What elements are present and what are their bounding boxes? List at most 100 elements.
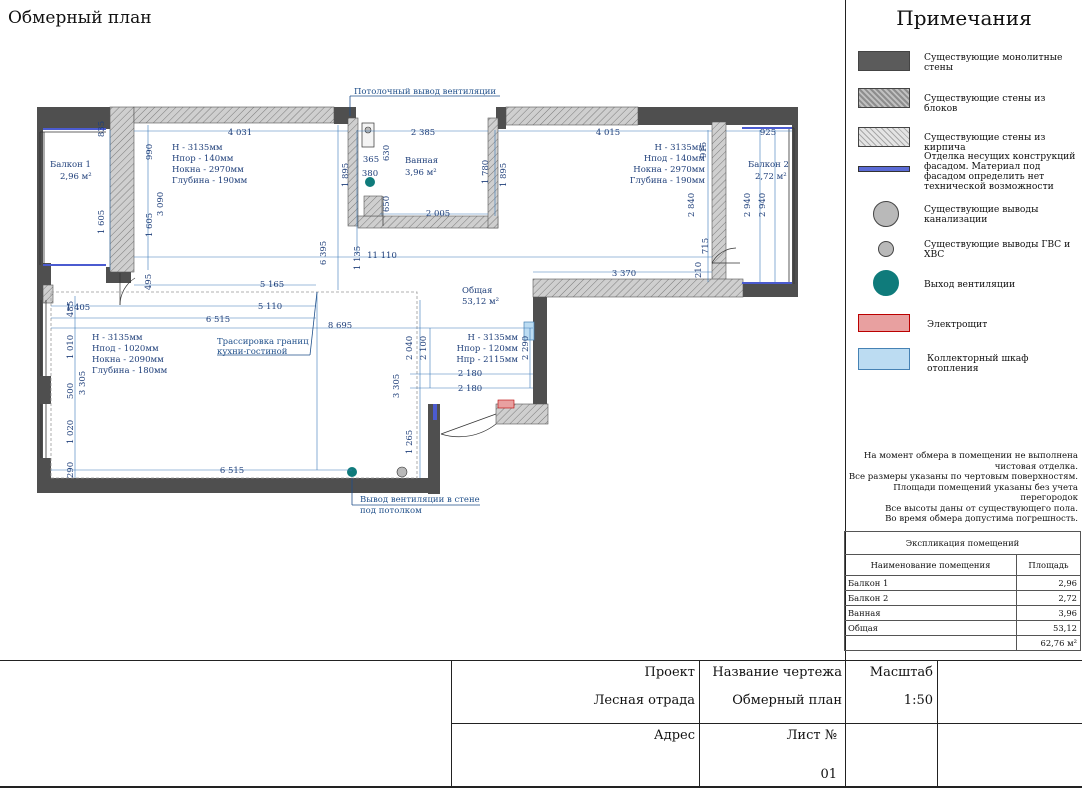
- dim-290a: 290: [66, 462, 76, 478]
- dim-3305b: 3 305: [392, 374, 402, 398]
- table-row: Общая 53,12: [844, 620, 1082, 636]
- dim-1605a: 1 605: [97, 210, 107, 234]
- callout-leaders: [217, 95, 500, 506]
- explication-total: 62,76 м²: [1015, 635, 1082, 651]
- explication-header-name: Наименование помещения: [844, 554, 1017, 576]
- table-row-total: 62,76 м²: [844, 635, 1082, 651]
- electric-panel: [497, 399, 515, 409]
- project-label: Проект: [644, 665, 696, 680]
- legend-item-ventilation: Выход вентиляции: [855, 270, 1081, 300]
- room3-height-2: Hокна - 2090мм: [92, 355, 164, 365]
- electric-panel-swatch: [858, 314, 910, 332]
- table-row: Балкон 1 2,96: [844, 575, 1082, 591]
- table-row: Балкон 2 2,72: [844, 590, 1082, 606]
- bathroom-shaft: [361, 122, 375, 148]
- explication-title: Экспликация помещений: [844, 531, 1081, 555]
- brick-wall-swatch: [858, 127, 910, 147]
- heating-cabinet-swatch: [858, 348, 910, 370]
- dim-650: 650: [382, 196, 392, 212]
- remarks: На момент обмера в помещении не выполнен…: [848, 451, 1078, 524]
- dim-380: 380: [362, 169, 378, 179]
- room4-height-2: Hпр - 2115мм: [456, 355, 518, 365]
- dim-925: 925: [760, 128, 776, 138]
- wall-vent-callout-1: Вывод вентиляции в стене: [360, 495, 480, 505]
- explication-table: Экспликация помещений Наименование помещ…: [844, 531, 1082, 651]
- water-outlet: [396, 466, 408, 478]
- room3-height-0: H - 3135мм: [92, 333, 143, 343]
- legend-item-sewer: Существующие выводы канализации: [855, 201, 1081, 231]
- dim-1265: 1 265: [405, 430, 415, 454]
- dim-4015: 4 015: [596, 128, 620, 138]
- dim-210: 210: [694, 262, 704, 278]
- room3-height-1: Hпод - 1020мм: [92, 344, 159, 354]
- table-row: Ванная 3,96: [844, 605, 1082, 621]
- dim-2840: 2 840: [687, 193, 697, 217]
- dim-715: 715: [701, 238, 711, 254]
- dim-365: 365: [363, 155, 379, 165]
- dim-6395: 6 395: [319, 241, 329, 265]
- water-outlet-circle: [878, 241, 894, 257]
- room2-height-0: H - 3135мм: [654, 143, 705, 153]
- room1-height-2: Hокна - 2970мм: [172, 165, 244, 175]
- dim-6515b: 6 515: [220, 466, 244, 476]
- balcony2-area: 2,72 м²: [755, 172, 787, 182]
- dim-3305a: 3 305: [78, 371, 88, 395]
- dim-1895a: 1 895: [341, 163, 351, 187]
- tb-row-divider: [451, 723, 1082, 724]
- dim-3370: 3 370: [612, 269, 636, 279]
- dim-2180b: 2 180: [458, 384, 482, 394]
- bath-area: 3,96 м²: [405, 168, 437, 178]
- scale-label: Масштаб: [869, 665, 933, 680]
- drawing-name-value: Обмерный план: [732, 693, 842, 708]
- kitchen-callout-2: кухни-гостиной: [217, 347, 288, 357]
- legend-item-monolith: Существующие монолитные стены: [855, 51, 1081, 81]
- dim-3090: 3 090: [156, 192, 166, 216]
- sheet-label: Лист №: [786, 728, 837, 743]
- dim-2940b: 2 940: [758, 193, 768, 217]
- kitchen-callout-1: Трассировка границ: [217, 337, 309, 347]
- balcony2-name: Балкон 2: [748, 160, 789, 170]
- legend-item-water: Существующие выводы ГВС и ХВС: [855, 240, 1081, 270]
- room1-height-0: H - 3135мм: [172, 143, 223, 153]
- dim-835: 835: [97, 121, 107, 137]
- block-wall-swatch: [858, 88, 910, 108]
- dim-11110: 11 110: [367, 251, 397, 261]
- dim-2040: 2 040: [405, 336, 415, 360]
- title-block-top-border: [0, 660, 1082, 661]
- explication-header-area: Площадь: [1015, 554, 1082, 576]
- room2-height-2: Hокна - 2970мм: [633, 165, 705, 175]
- dim-4031: 4 031: [228, 128, 252, 138]
- dim-1135: 1 135: [353, 246, 363, 270]
- common-name: Общая: [462, 285, 492, 296]
- balcony1-area: 2,96 м²: [60, 172, 92, 182]
- dim-500: 500: [66, 383, 76, 399]
- dim-8695: 8 695: [328, 321, 352, 331]
- facade-finish-swatch: [858, 166, 910, 172]
- dim-1010: 1 010: [66, 335, 76, 359]
- room3-height-3: Глубина - 180мм: [92, 365, 168, 376]
- legend-item-heating: Коллекторный шкаф отопления: [855, 348, 1081, 378]
- dim-2940a: 2 940: [743, 193, 753, 217]
- bath-name: Ванная: [405, 156, 438, 166]
- room2-height-1: Hпод - 140мм: [644, 154, 706, 164]
- dim-1020: 1 020: [66, 420, 76, 444]
- dim-1780: 1 780: [481, 160, 491, 184]
- dim-6515a: 6 515: [206, 315, 230, 325]
- dim-990: 990: [145, 144, 155, 160]
- legend-item-electric: Электрощит: [855, 314, 1081, 344]
- dim-1605b: 1 605: [145, 213, 155, 237]
- ceiling-vent-callout: Потолочный вывод вентиляции: [354, 87, 496, 97]
- dim-2005: 2 005: [426, 209, 450, 219]
- scale-value: 1:50: [903, 693, 933, 708]
- dim-1895b: 1 895: [499, 163, 509, 187]
- room1-height-3: Глубина - 190мм: [172, 175, 248, 186]
- floor-plan: Потолочный вывод вентиляции Вывод вентил…: [37, 87, 798, 516]
- dim-5165: 5 165: [260, 280, 284, 290]
- dim-2100: 2 100: [419, 336, 429, 360]
- dim-485: 485: [66, 301, 76, 317]
- dim-2180a: 2 180: [458, 369, 482, 379]
- address-label: Адрес: [653, 728, 695, 743]
- sewer-outlet-circle: [873, 201, 899, 227]
- room1-height-1: Hпор - 140мм: [172, 154, 234, 164]
- dim-915: 915: [699, 142, 709, 158]
